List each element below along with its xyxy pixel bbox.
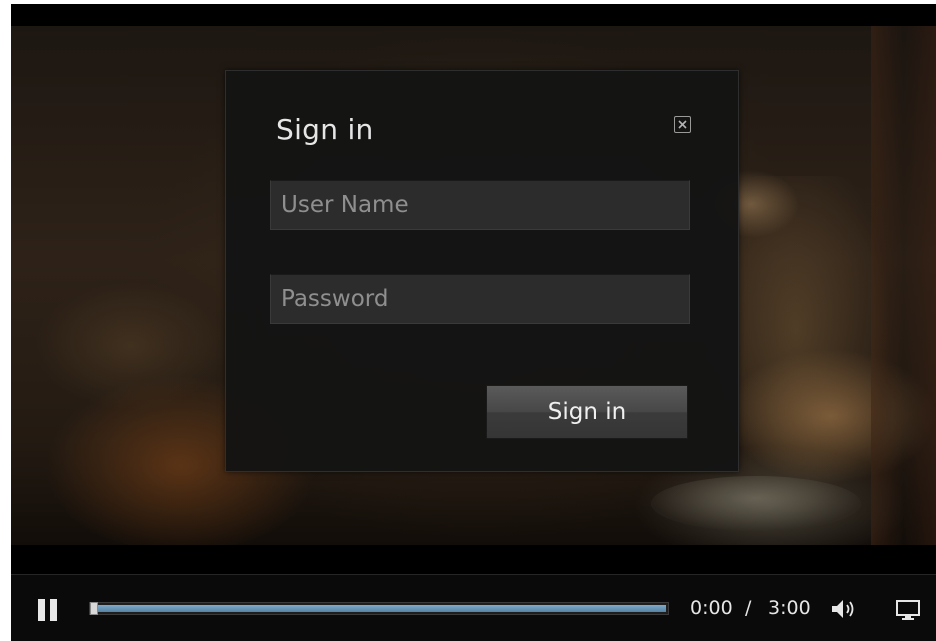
password-input[interactable] [270,274,690,324]
current-time: 0:00 [690,597,733,619]
dialog-title: Sign in [276,113,374,146]
time-separator: / [745,597,752,619]
pause-button[interactable] [37,599,59,621]
progress-handle[interactable] [90,602,98,615]
volume-button[interactable] [830,597,858,621]
sign-in-dialog: Sign in Sign in [225,70,739,472]
duration: 3:00 [768,597,811,619]
username-input[interactable] [270,180,690,230]
progress-bar[interactable] [89,602,669,615]
video-scenery [651,476,861,531]
video-player: Sign in Sign in 0:00 / 3:00 [11,4,936,641]
monitor-icon [896,600,920,620]
close-icon [678,120,687,129]
volume-icon [832,600,854,618]
sign-in-button[interactable]: Sign in [486,385,688,439]
video-area[interactable]: Sign in Sign in [11,4,936,570]
pause-icon [38,599,45,621]
control-bar: 0:00 / 3:00 [11,574,936,641]
pause-icon [50,599,57,621]
screen-button[interactable] [895,598,921,622]
progress-loaded [98,605,666,612]
close-button[interactable] [674,116,691,133]
